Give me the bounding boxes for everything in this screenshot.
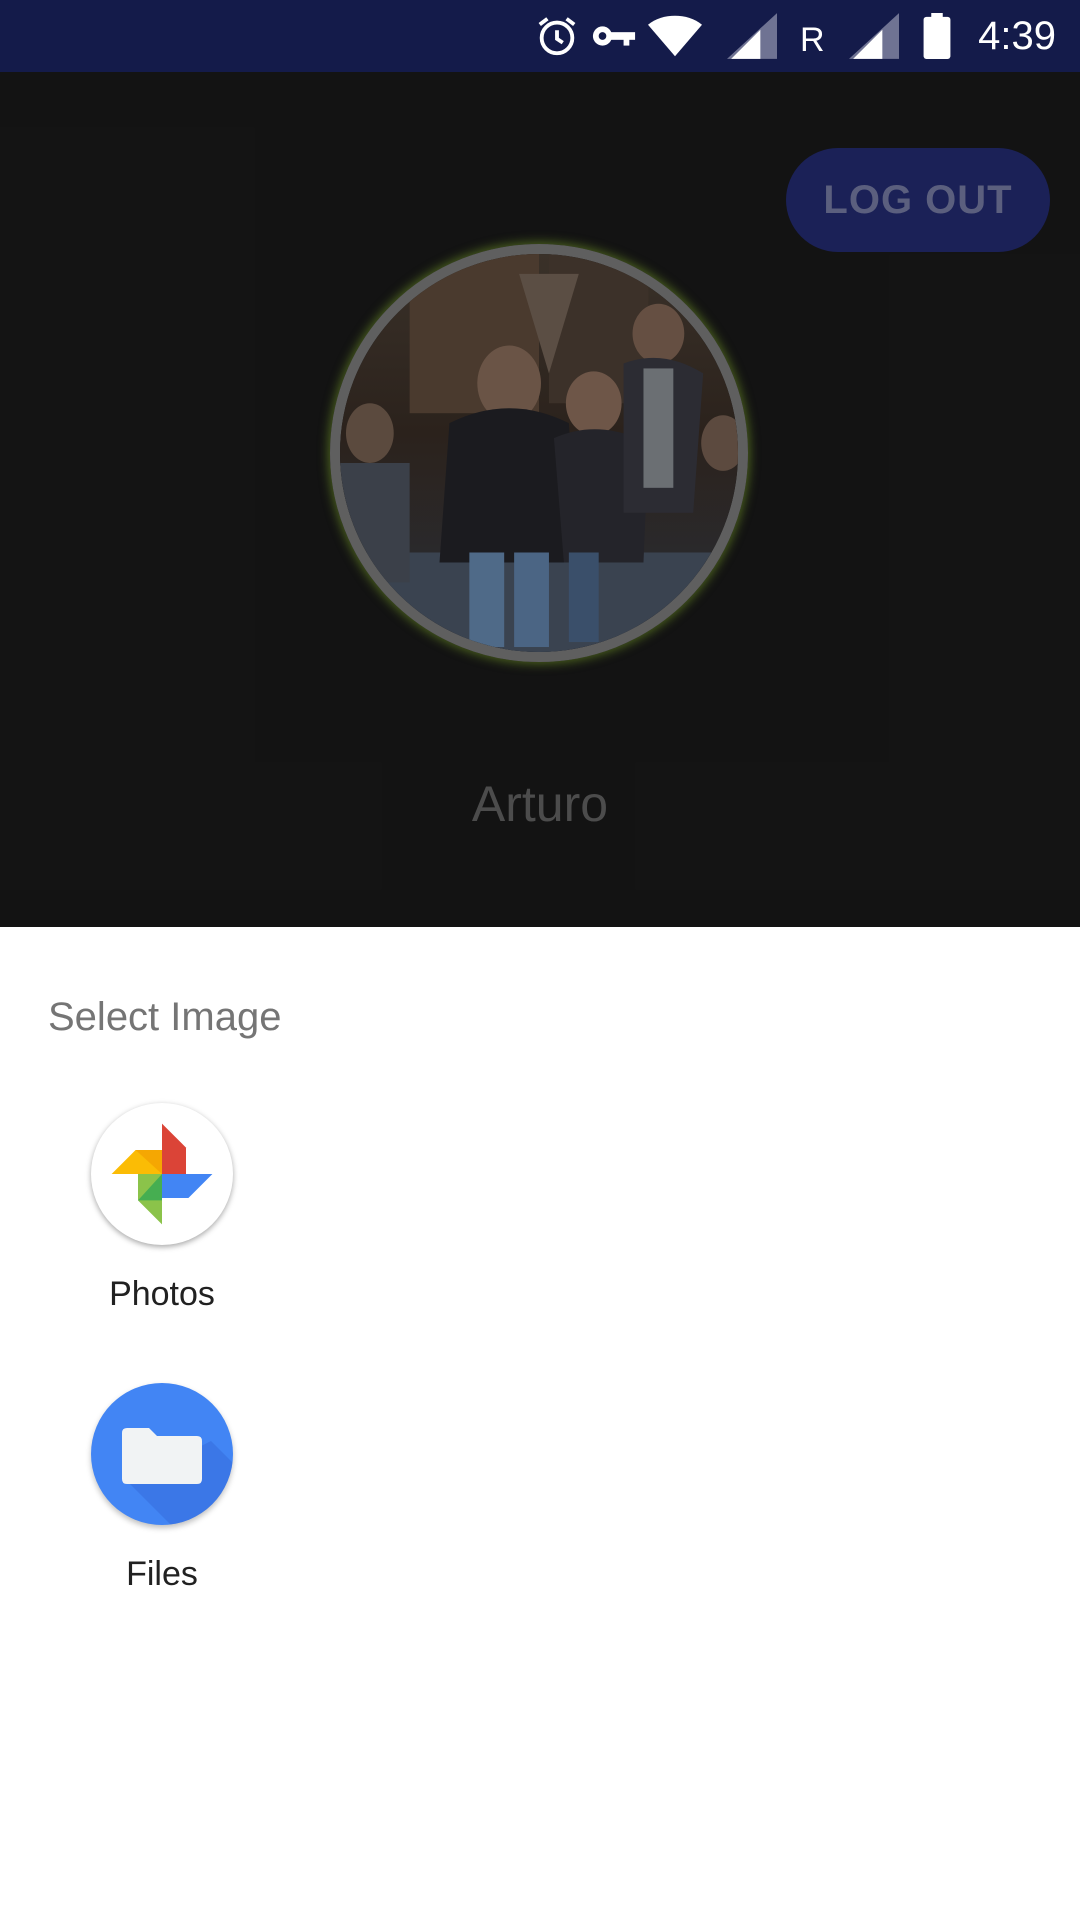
logout-button[interactable]: LOG OUT [786, 148, 1050, 252]
files-folder-icon [91, 1383, 233, 1525]
wifi-icon [646, 0, 704, 72]
alarm-icon [532, 0, 582, 72]
signal-icon [848, 0, 900, 72]
signal-icon [726, 0, 778, 72]
roaming-indicator: R [800, 20, 825, 59]
avatar[interactable] [330, 244, 748, 662]
battery-icon [920, 0, 954, 72]
sheet-title: Select Image [48, 995, 282, 1039]
screen: R 4:39 LOG OUT Arturo Select Image Photo… [0, 0, 1080, 1920]
google-photos-icon [91, 1103, 233, 1245]
profile-name: Arturo [471, 776, 609, 832]
status-time: 4:39 [978, 13, 1056, 58]
app-option-label: Photos [109, 1275, 215, 1313]
profile-photo [340, 254, 738, 652]
app-option-photos[interactable]: Photos [68, 1103, 256, 1314]
vpn-key-icon [590, 0, 638, 72]
app-option-label: Files [126, 1555, 198, 1593]
status-bar: R 4:39 [0, 0, 1080, 72]
app-option-files[interactable]: Files [68, 1383, 256, 1594]
select-image-sheet: Select Image Photos Files [0, 927, 1080, 1920]
